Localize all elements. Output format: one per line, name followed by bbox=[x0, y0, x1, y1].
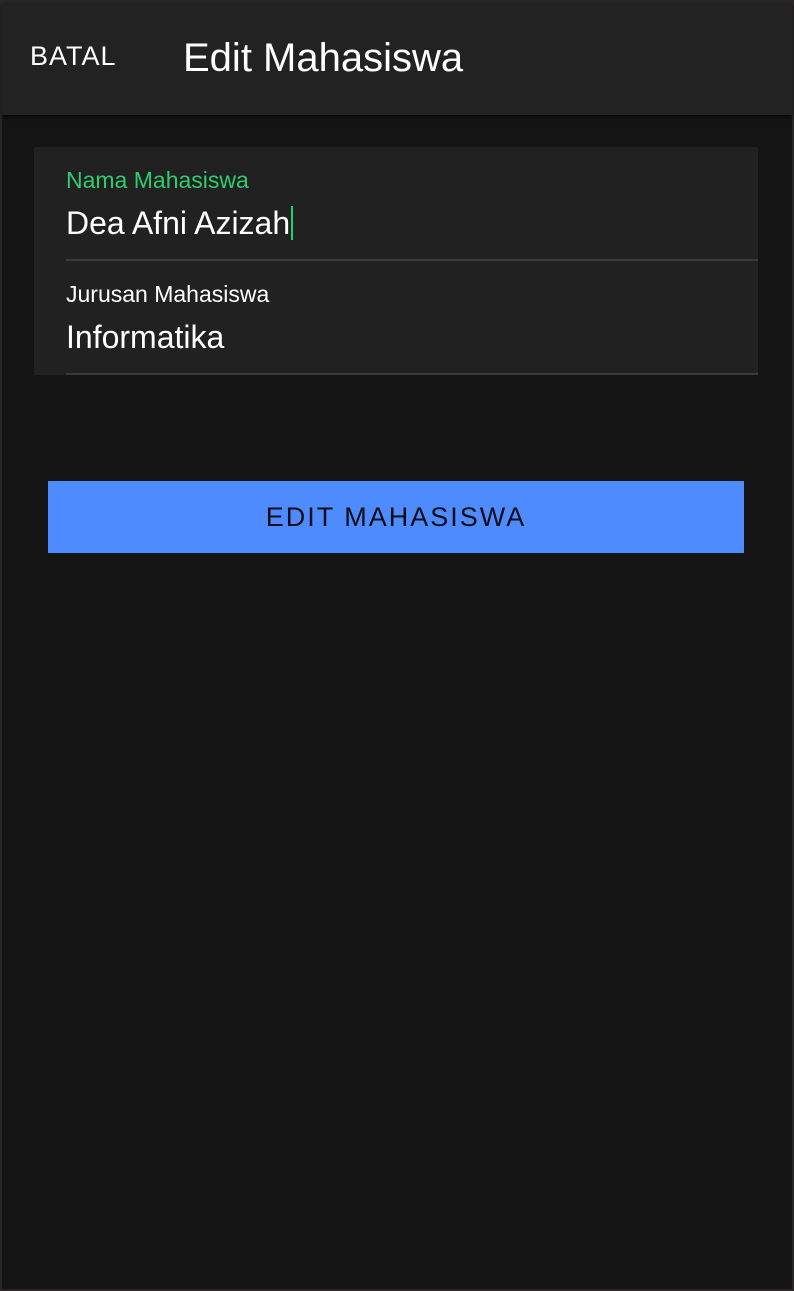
cancel-button[interactable]: BATAL bbox=[30, 41, 117, 72]
edit-student-button[interactable]: EDIT MAHASISWA bbox=[48, 481, 744, 553]
name-field[interactable]: Nama Mahasiswa Dea Afni Azizah bbox=[66, 147, 758, 261]
page-title: Edit Mahasiswa bbox=[183, 36, 464, 80]
major-field-label: Jurusan Mahasiswa bbox=[66, 281, 270, 307]
name-field-input[interactable]: Dea Afni Azizah bbox=[66, 205, 294, 242]
name-field-label: Nama Mahasiswa bbox=[66, 167, 249, 193]
app-bar: BATAL Edit Mahasiswa bbox=[2, 3, 792, 115]
text-cursor bbox=[291, 206, 294, 240]
name-field-value: Dea Afni Azizah bbox=[66, 205, 291, 241]
screen: BATAL Edit Mahasiswa Nama Mahasiswa Dea … bbox=[0, 0, 794, 1291]
major-field-value: Informatika bbox=[66, 319, 225, 355]
major-field-underline bbox=[66, 373, 758, 375]
form-card: Nama Mahasiswa Dea Afni Azizah Jurusan M… bbox=[34, 147, 758, 375]
major-field[interactable]: Jurusan Mahasiswa Informatika bbox=[66, 261, 758, 375]
major-field-input[interactable]: Informatika bbox=[66, 319, 224, 356]
